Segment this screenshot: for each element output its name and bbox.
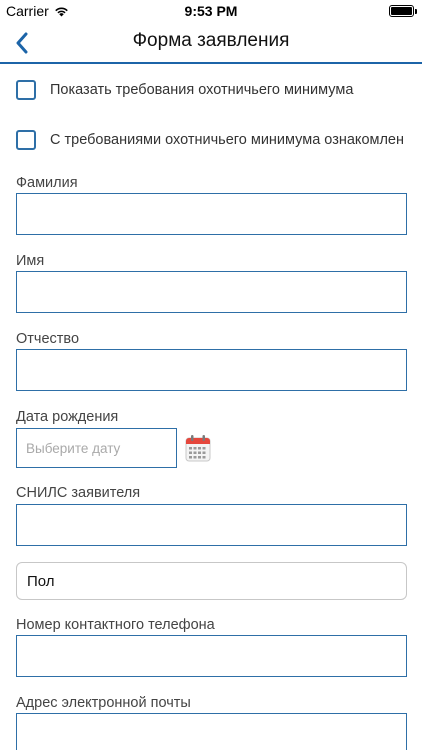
birth-date-label: Дата рождения <box>16 409 119 425</box>
phone-input[interactable] <box>16 635 407 677</box>
patronymic-input[interactable] <box>16 349 407 391</box>
email-input[interactable] <box>16 713 407 750</box>
snils-label: СНИЛС заявителя <box>16 485 141 501</box>
show-requirements-checkbox[interactable] <box>16 80 36 100</box>
show-requirements-row[interactable]: Показать требования охотничьего минимума <box>16 79 353 101</box>
patronymic-label: Отчество <box>16 331 80 347</box>
clock: 9:53 PM <box>184 3 238 19</box>
gender-select-value: Пол <box>27 572 55 590</box>
nav-bar: Форма заявления <box>0 22 422 64</box>
last-name-input[interactable] <box>16 193 407 235</box>
birth-date-input[interactable] <box>16 428 177 468</box>
acknowledged-row[interactable]: С требованиями охотничьего минимума озна… <box>16 129 404 151</box>
acknowledged-label: С требованиями охотничьего минимума озна… <box>50 132 405 148</box>
status-bar: Carrier 9:53 PM <box>0 0 422 22</box>
calendar-icon[interactable] <box>185 434 211 462</box>
phone-label: Номер контактного телефона <box>16 617 215 633</box>
acknowledged-checkbox[interactable] <box>16 130 36 150</box>
snils-input[interactable] <box>16 504 407 546</box>
show-requirements-label: Показать требования охотничьего минимума <box>50 82 354 98</box>
first-name-input[interactable] <box>16 271 407 313</box>
last-name-label: Фамилия <box>16 175 78 191</box>
battery-icon <box>389 5 417 17</box>
gender-select[interactable]: Пол <box>16 562 407 600</box>
first-name-label: Имя <box>16 253 45 269</box>
page-title: Форма заявления <box>132 30 290 51</box>
email-label: Адрес электронной почты <box>16 695 191 711</box>
